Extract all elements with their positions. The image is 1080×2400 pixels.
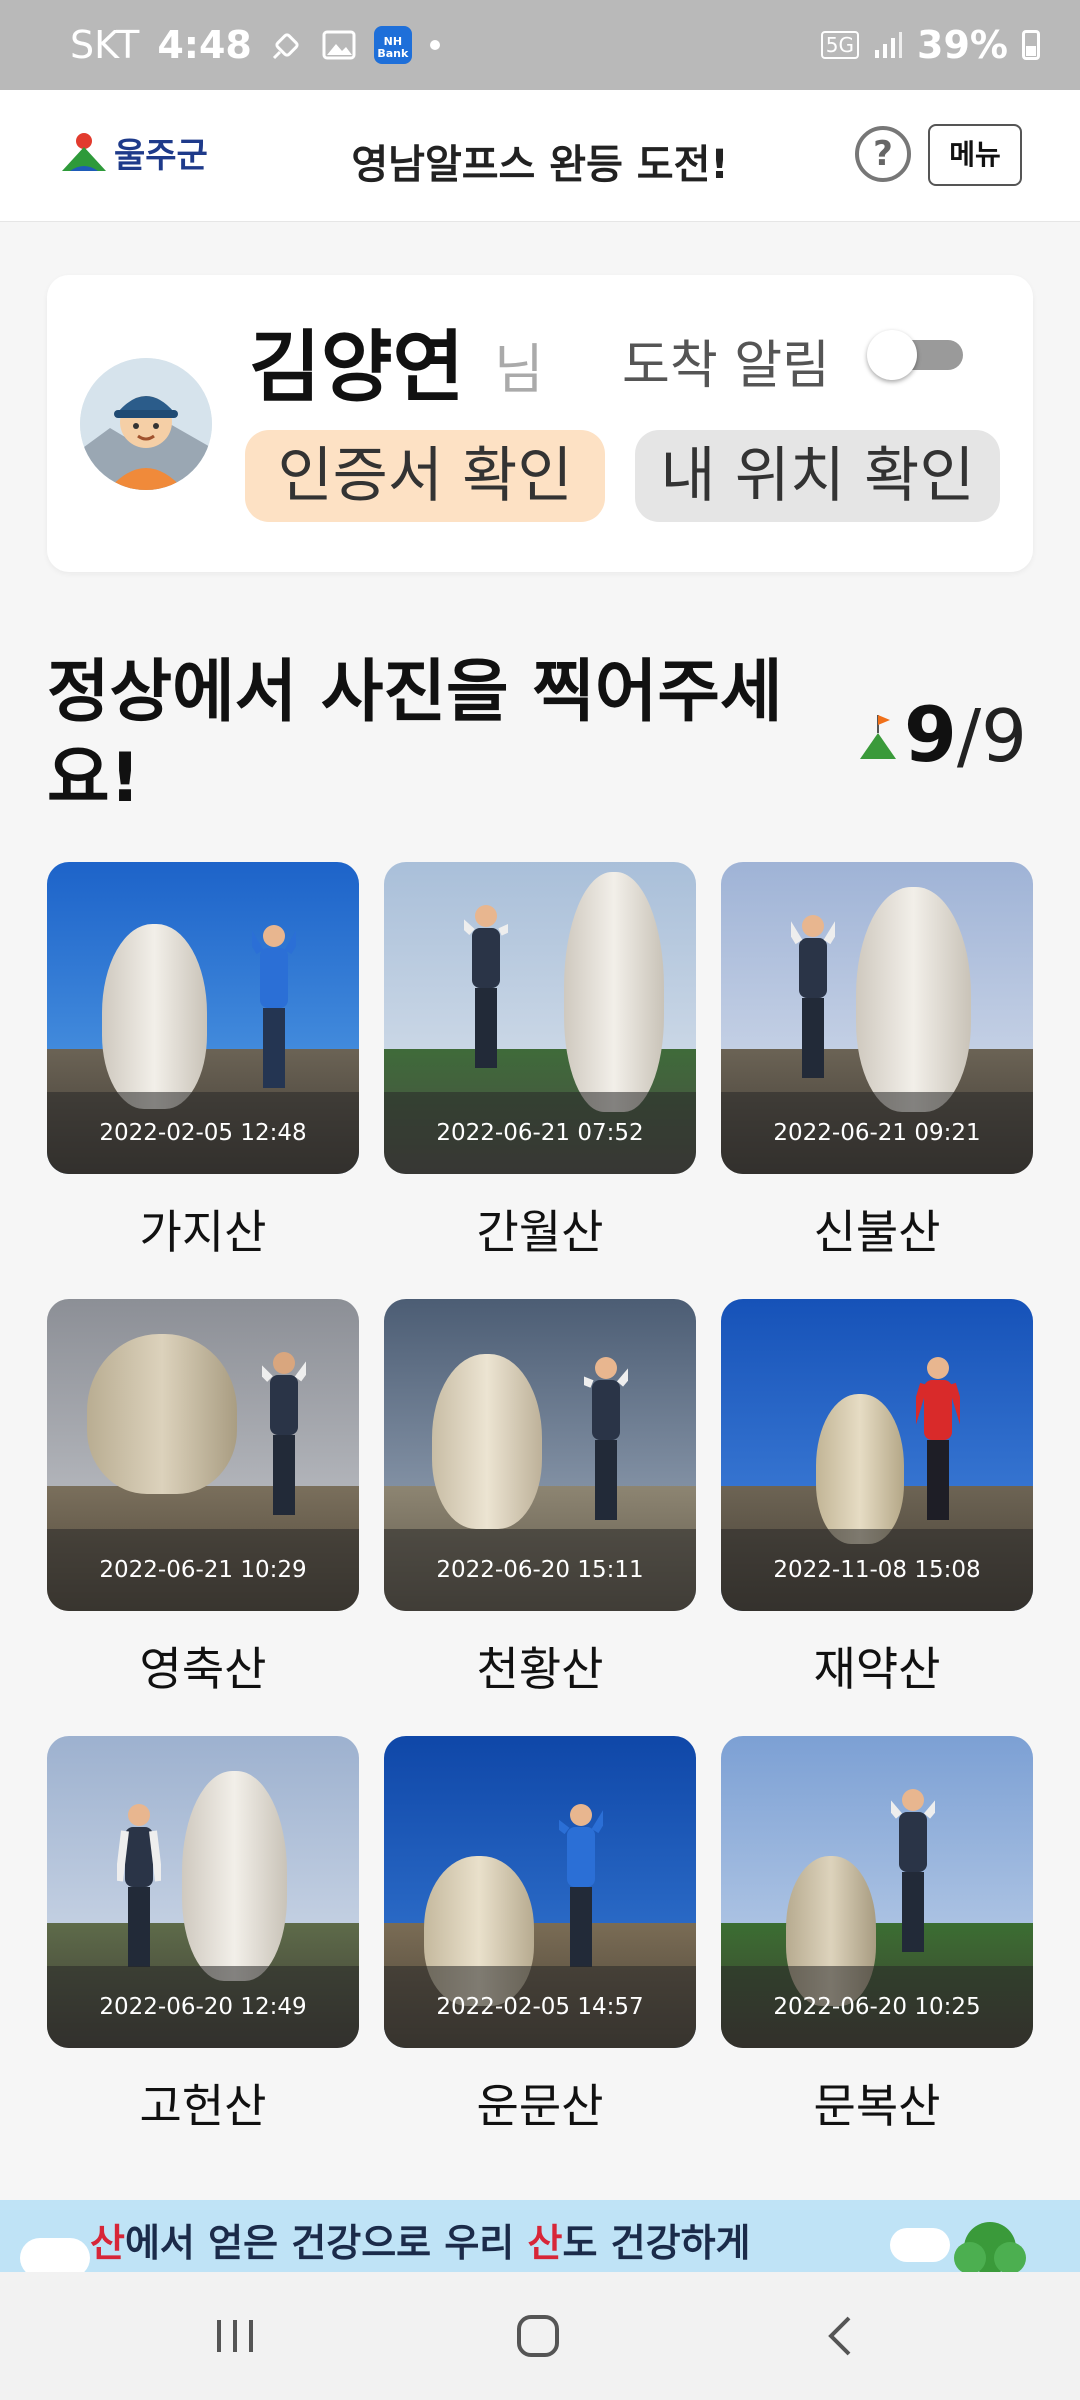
nh-bank-icon: NH Bank xyxy=(373,26,412,64)
mountain-name: 신불산 xyxy=(813,1205,941,1259)
time-label: 4:48 xyxy=(157,23,252,67)
recent-apps-button[interactable] xyxy=(205,2306,265,2366)
summit-progress: 9 / 9 xyxy=(858,690,1027,779)
mountain-tile[interactable]: 2022-06-21 07:52 간월산 xyxy=(384,862,696,1262)
mountain-name: 간월산 xyxy=(476,1205,604,1259)
mountain-tile[interactable]: 2022-06-20 12:49 고헌산 xyxy=(47,1736,359,2136)
photo-timestamp: 2022-11-08 15:08 xyxy=(721,1529,1033,1611)
signal-icon xyxy=(873,30,903,60)
page-title: 영남알프스 완등 도전! xyxy=(351,142,729,188)
battery-icon xyxy=(1022,30,1040,60)
progress-done: 9 xyxy=(904,690,957,779)
photo-timestamp: 2022-06-21 09:21 xyxy=(721,1092,1033,1174)
mountain-tile[interactable]: 2022-02-05 12:48 가지산 xyxy=(47,862,359,1262)
home-button[interactable] xyxy=(508,2306,568,2366)
app-header: 울주군 영남알프스 완등 도전! ? 메뉴 xyxy=(0,90,1080,222)
satellite-icon xyxy=(270,28,304,62)
summit-photo[interactable]: 2022-06-21 07:52 xyxy=(384,862,696,1174)
photo-timestamp: 2022-02-05 14:57 xyxy=(384,1966,696,2048)
summit-photo[interactable]: 2022-11-08 15:08 xyxy=(721,1299,1033,1611)
mountain-tile[interactable]: 2022-11-08 15:08 재약산 xyxy=(721,1299,1033,1699)
arrival-notification-toggle[interactable] xyxy=(867,330,967,380)
profile-card: 김양연 님 도착 알림 인증서 확인 내 위치 확인 xyxy=(47,275,1033,572)
honorific-label: 님 xyxy=(494,338,544,401)
mountain-tile[interactable]: 2022-06-21 10:29 영축산 xyxy=(47,1299,359,1699)
mountain-name: 재약산 xyxy=(813,1642,941,1696)
photo-timestamp: 2022-06-21 10:29 xyxy=(47,1529,359,1611)
gallery-icon xyxy=(322,30,356,60)
mountain-name: 가지산 xyxy=(139,1205,267,1259)
promo-banner[interactable]: 산에서 얻은 건강으로 우리 산도 건강하게 xyxy=(0,2200,1080,2272)
photo-timestamp: 2022-06-20 12:49 xyxy=(47,1966,359,2048)
help-button[interactable]: ? xyxy=(855,126,911,182)
banner-text: 산에서 얻은 건강으로 우리 산도 건강하게 xyxy=(90,2221,751,2265)
status-bar: SKT 4:48 NH Bank 5G 39% xyxy=(0,0,1080,90)
mountain-tile[interactable]: 2022-06-20 10:25 문복산 xyxy=(721,1736,1033,2136)
battery-label: 39% xyxy=(917,23,1008,67)
mountain-tile[interactable]: 2022-06-21 09:21 신불산 xyxy=(721,862,1033,1262)
photo-timestamp: 2022-06-20 10:25 xyxy=(721,1966,1033,2048)
user-name: 김양연 xyxy=(249,323,465,413)
network-label: 5G xyxy=(820,31,860,59)
back-icon xyxy=(828,2316,851,2356)
progress-separator: / xyxy=(956,694,982,778)
summit-photo[interactable]: 2022-06-20 10:25 xyxy=(721,1736,1033,2048)
home-icon xyxy=(517,2315,559,2357)
mountain-tile[interactable]: 2022-06-20 15:11 천황산 xyxy=(384,1299,696,1699)
progress-total: 9 xyxy=(981,694,1027,778)
summit-photo[interactable]: 2022-06-20 12:49 xyxy=(47,1736,359,2048)
section-title: 정상에서 사진을 찍어주세요! xyxy=(47,653,783,818)
summit-flag-icon xyxy=(860,715,896,759)
toggle-knob xyxy=(867,330,917,380)
mountain-name: 영축산 xyxy=(139,1642,267,1696)
menu-button[interactable]: 메뉴 xyxy=(928,124,1022,186)
summit-photo[interactable]: 2022-02-05 12:48 xyxy=(47,862,359,1174)
arrival-notification-label: 도착 알림 xyxy=(622,336,830,396)
back-button[interactable] xyxy=(810,2306,870,2366)
summit-photo[interactable]: 2022-06-21 09:21 xyxy=(721,862,1033,1174)
mountain-name: 천황산 xyxy=(476,1642,604,1696)
mountain-name: 고헌산 xyxy=(139,2079,267,2133)
photo-timestamp: 2022-06-21 07:52 xyxy=(384,1092,696,1174)
mountain-name: 문복산 xyxy=(813,2079,941,2133)
summit-photo[interactable]: 2022-06-20 15:11 xyxy=(384,1299,696,1611)
cloud-decoration xyxy=(20,2238,90,2272)
mountain-tile[interactable]: 2022-02-05 14:57 운문산 xyxy=(384,1736,696,2136)
carrier-label: SKT xyxy=(70,23,140,67)
summit-photo[interactable]: 2022-02-05 14:57 xyxy=(384,1736,696,2048)
photo-timestamp: 2022-02-05 12:48 xyxy=(47,1092,359,1174)
cloud-decoration xyxy=(890,2228,950,2262)
system-nav-bar xyxy=(0,2272,1080,2400)
recent-apps-icon xyxy=(217,2320,253,2352)
notification-dot xyxy=(429,40,440,50)
photo-timestamp: 2022-06-20 15:11 xyxy=(384,1529,696,1611)
mountain-name: 운문산 xyxy=(476,2079,604,2133)
tree-icon xyxy=(954,2222,1026,2272)
avatar[interactable] xyxy=(80,358,212,490)
summit-photo[interactable]: 2022-06-21 10:29 xyxy=(47,1299,359,1611)
certificate-button[interactable]: 인증서 확인 xyxy=(245,430,605,522)
my-location-button[interactable]: 내 위치 확인 xyxy=(635,430,1000,522)
